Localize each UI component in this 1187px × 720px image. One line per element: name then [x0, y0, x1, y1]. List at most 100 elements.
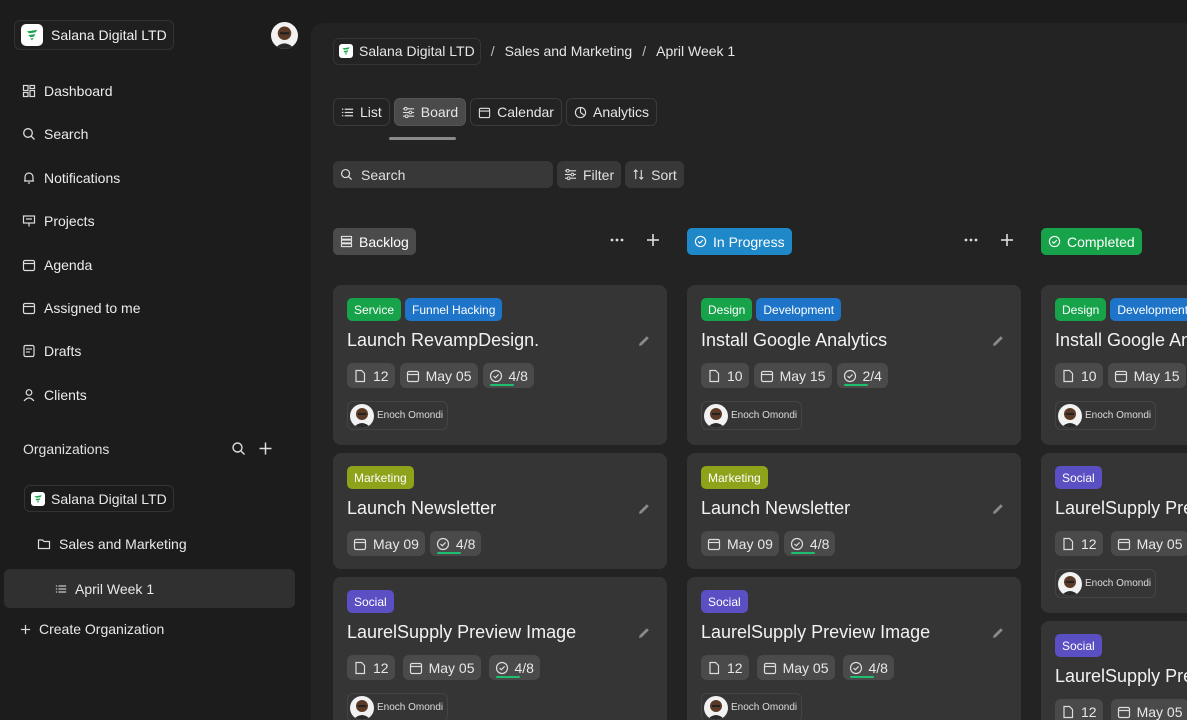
- tab-calendar[interactable]: Calendar: [470, 98, 562, 126]
- more-horizontal-icon[interactable]: [609, 232, 625, 248]
- status-badge-in-progress[interactable]: In Progress: [687, 228, 792, 255]
- nav-dashboard[interactable]: Dashboard: [22, 81, 113, 101]
- assignee-chip[interactable]: Enoch Omondi: [1055, 401, 1157, 430]
- subtask-progress[interactable]: 4/8: [488, 655, 540, 680]
- calendar-icon: [707, 538, 721, 550]
- nav-label: Assigned to me: [44, 300, 141, 316]
- check-circle-icon: [790, 537, 804, 550]
- filter-button[interactable]: Filter: [557, 161, 622, 188]
- due-date[interactable]: May 05: [1110, 531, 1187, 556]
- calendar-icon: [1117, 538, 1130, 550]
- check-circle-icon: [436, 537, 450, 550]
- file-icon: [709, 661, 720, 674]
- plus-icon: [20, 624, 31, 634]
- tag-funnel-hacking: Funnel Hacking: [405, 298, 503, 321]
- tab-analytics[interactable]: Analytics: [565, 98, 658, 126]
- assignee-name: Enoch Omondi: [731, 410, 798, 421]
- card-title: LaurelSupply Preview Image: [701, 622, 931, 642]
- plus-icon[interactable]: [999, 232, 1015, 248]
- list-icon: [341, 108, 354, 116]
- assignee-chip[interactable]: Enoch Omondi: [347, 401, 449, 430]
- assignee-chip[interactable]: Enoch Omondi: [701, 401, 803, 430]
- tab-label: Calendar: [497, 104, 554, 120]
- task-card[interactable]: Social LaurelSupply Preview Image 12 May…: [687, 577, 1021, 720]
- due-date[interactable]: May 05: [402, 655, 481, 680]
- subtask-progress[interactable]: 2/4: [836, 363, 888, 388]
- task-card[interactable]: Social LaurelSupply Preview Image 12 May…: [1041, 453, 1187, 613]
- nav-agenda[interactable]: Agenda: [22, 255, 92, 275]
- calendar-icon: [478, 107, 491, 118]
- assignee-chip[interactable]: Enoch Omondi: [347, 693, 449, 720]
- pencil-icon[interactable]: [990, 625, 1006, 641]
- due-date[interactable]: May 05: [756, 655, 835, 680]
- calendar-icon: [409, 662, 422, 674]
- nav-clients[interactable]: Clients: [22, 385, 87, 405]
- task-card[interactable]: Design Development Install Google Analyt…: [687, 285, 1021, 445]
- card-title: LaurelSupply Preview Image: [347, 622, 577, 642]
- breadcrumb-org[interactable]: Salana Digital LTD: [333, 37, 481, 65]
- tab-label: Analytics: [592, 104, 650, 120]
- breadcrumb-separator: /: [490, 43, 495, 59]
- tab-board[interactable]: Board: [393, 98, 467, 126]
- file-icon: [709, 369, 720, 382]
- tree-folder[interactable]: Sales and Marketing: [37, 536, 187, 552]
- due-date[interactable]: May 15: [1107, 363, 1186, 388]
- more-horizontal-icon[interactable]: [963, 232, 979, 248]
- task-card[interactable]: Social LaurelSupply Preview Image 12 May…: [1041, 621, 1187, 720]
- due-date[interactable]: May 09: [701, 531, 779, 556]
- search-icon[interactable]: [231, 441, 246, 456]
- files-count: 12: [347, 655, 395, 680]
- due-date[interactable]: May 05: [1110, 699, 1187, 720]
- tree-list-active[interactable]: April Week 1: [4, 569, 295, 608]
- plus-icon[interactable]: [645, 232, 661, 248]
- status-label: Completed: [1067, 233, 1135, 250]
- nav-notifications[interactable]: Notifications: [22, 168, 120, 188]
- task-card[interactable]: Service Funnel Hacking Launch RevampDesi…: [333, 285, 667, 445]
- assignee-chip[interactable]: Enoch Omondi: [701, 693, 803, 720]
- assignee-chip[interactable]: Enoch Omondi: [1055, 569, 1157, 598]
- sort-button[interactable]: Sort: [625, 161, 684, 188]
- subtask-progress[interactable]: 4/8: [429, 531, 482, 556]
- calendar-icon: [1114, 370, 1127, 382]
- files-value: 12: [1081, 703, 1097, 720]
- nav-projects[interactable]: Projects: [22, 211, 95, 231]
- due-date[interactable]: May 15: [753, 363, 832, 388]
- task-card[interactable]: Marketing Launch Newsletter May 09 4/8: [333, 453, 667, 569]
- due-date[interactable]: May 05: [399, 363, 478, 388]
- subtask-progress[interactable]: 4/8: [482, 363, 534, 388]
- date-value: May 05: [428, 659, 475, 676]
- subtask-progress[interactable]: 4/8: [842, 655, 894, 680]
- due-date[interactable]: May 09: [347, 531, 425, 556]
- list-icon: [55, 584, 67, 593]
- task-card[interactable]: Social LaurelSupply Preview Image 12 May…: [333, 577, 667, 720]
- workspace-switcher[interactable]: Salana Digital LTD: [14, 20, 174, 50]
- user-avatar[interactable]: [271, 22, 298, 49]
- board-search-input[interactable]: Search: [333, 161, 553, 188]
- status-badge-completed[interactable]: Completed: [1041, 228, 1142, 255]
- breadcrumb-folder[interactable]: Sales and Marketing: [505, 43, 633, 59]
- breadcrumb-list[interactable]: April Week 1: [656, 43, 735, 59]
- task-card[interactable]: Marketing Launch Newsletter May 09 4/8: [687, 453, 1021, 569]
- sort-icon: [633, 169, 644, 180]
- create-organization-button[interactable]: Create Organization: [20, 621, 164, 637]
- task-card[interactable]: Design Development Install Google Analyt…: [1041, 285, 1187, 445]
- nav-search[interactable]: Search: [22, 124, 88, 144]
- user-icon: [23, 389, 35, 402]
- calendar-icon: [406, 370, 419, 382]
- tree-organization[interactable]: Salana Digital LTD: [24, 485, 174, 512]
- pencil-icon[interactable]: [636, 333, 652, 349]
- subtask-progress[interactable]: 4/8: [783, 531, 836, 556]
- nav-drafts[interactable]: Drafts: [22, 341, 81, 361]
- breadcrumb: Salana Digital LTD / Sales and Marketing…: [333, 37, 735, 65]
- pencil-icon[interactable]: [636, 625, 652, 641]
- pencil-icon[interactable]: [990, 333, 1006, 349]
- search-icon: [23, 128, 35, 140]
- pencil-icon[interactable]: [990, 501, 1006, 517]
- status-badge-backlog[interactable]: Backlog: [333, 228, 416, 255]
- files-value: 12: [727, 659, 743, 676]
- board-toolbar: Search Filter Sort: [333, 161, 684, 188]
- tab-list[interactable]: List: [333, 98, 390, 126]
- pencil-icon[interactable]: [636, 501, 652, 517]
- nav-assigned-to-me[interactable]: Assigned to me: [22, 298, 141, 318]
- plus-icon[interactable]: [258, 441, 273, 456]
